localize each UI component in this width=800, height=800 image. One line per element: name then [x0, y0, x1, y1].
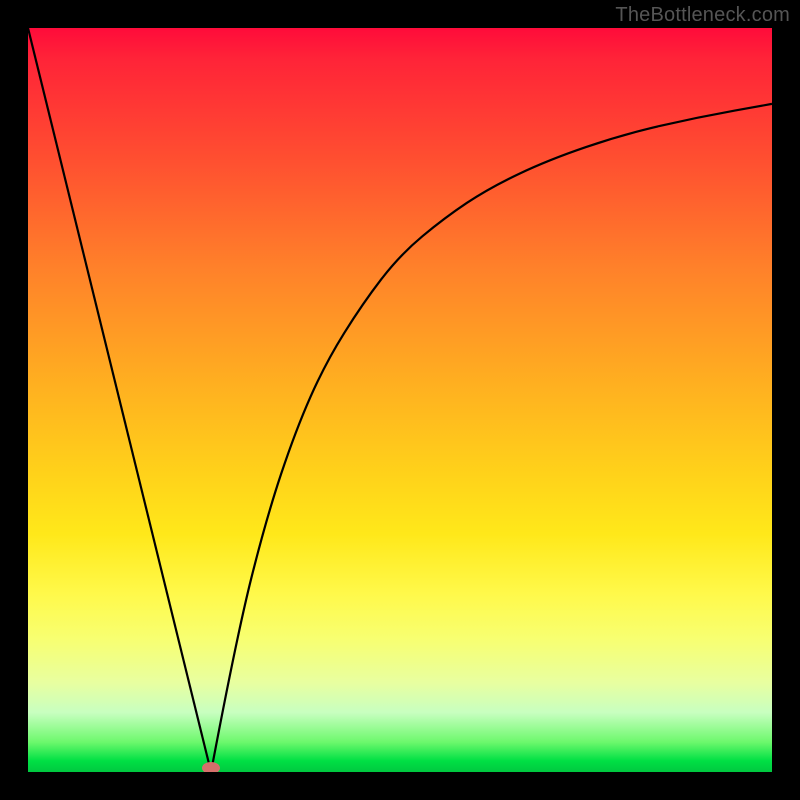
watermark-text: TheBottleneck.com	[615, 4, 790, 27]
bottleneck-curve	[28, 28, 772, 772]
curve-right-branch	[211, 104, 772, 772]
bottleneck-minimum-marker	[202, 762, 220, 772]
curve-left-branch	[28, 28, 211, 772]
plot-area	[28, 28, 772, 772]
chart-frame: TheBottleneck.com	[0, 0, 800, 800]
